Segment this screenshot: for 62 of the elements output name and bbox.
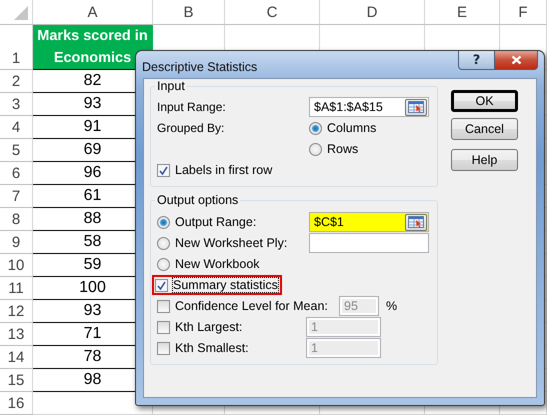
radio-button[interactable] xyxy=(309,122,322,134)
option-label: Labels in first row xyxy=(175,163,272,177)
group-title: Input xyxy=(155,79,187,93)
input-field[interactable]: $A$1:$A$15 xyxy=(309,97,429,117)
field-label: Input Range: xyxy=(157,100,227,114)
dialog-button[interactable]: Help xyxy=(451,149,518,171)
column-header[interactable]: B xyxy=(153,0,225,25)
help-button[interactable]: ? xyxy=(458,51,495,70)
select-all-button[interactable] xyxy=(0,0,33,25)
option-label: Confidence Level for Mean: xyxy=(175,299,328,313)
radio-button[interactable] xyxy=(157,216,170,228)
column-header[interactable]: C xyxy=(225,0,320,25)
row-header[interactable]: 6 xyxy=(0,162,33,185)
row-header[interactable]: 14 xyxy=(0,346,33,369)
row-header[interactable]: 4 xyxy=(0,116,33,139)
grid-arrow-icon xyxy=(408,101,424,113)
dialog-button[interactable]: OK xyxy=(451,90,518,112)
column-header[interactable]: E xyxy=(425,0,500,25)
group-title: Output options xyxy=(155,193,240,207)
row-header[interactable]: 8 xyxy=(0,208,33,231)
triangle-icon xyxy=(14,6,28,20)
row-header[interactable]: 13 xyxy=(0,323,33,346)
row-header[interactable]: 11 xyxy=(0,277,33,300)
grid-arrow-icon xyxy=(408,216,424,228)
column-header[interactable]: A xyxy=(33,0,153,25)
option-label: Kth Largest: xyxy=(175,320,242,334)
input-field[interactable]: $C$1 xyxy=(309,212,429,232)
row-header[interactable]: 16 xyxy=(0,392,33,415)
row-header[interactable]: 1 xyxy=(0,25,33,70)
radio-button[interactable] xyxy=(157,258,170,270)
checkbox[interactable] xyxy=(157,300,170,312)
close-button[interactable] xyxy=(495,51,538,70)
row-header[interactable]: 5 xyxy=(0,139,33,162)
checkbox[interactable] xyxy=(157,164,170,176)
option-label: Columns xyxy=(327,121,376,135)
checkbox[interactable] xyxy=(157,342,170,354)
range-select-button[interactable] xyxy=(405,98,427,116)
checkbox[interactable] xyxy=(157,320,170,334)
radio-button[interactable] xyxy=(157,236,170,250)
range-select-button[interactable] xyxy=(405,214,427,230)
row-header[interactable]: 10 xyxy=(0,254,33,277)
row-header[interactable]: 7 xyxy=(0,185,33,208)
column-header[interactable]: F xyxy=(500,0,547,25)
input-field[interactable] xyxy=(309,233,429,253)
option-label: Rows xyxy=(327,142,358,156)
checkbox[interactable] xyxy=(155,278,168,292)
option-label: New Workbook xyxy=(175,257,260,271)
row-header[interactable]: 12 xyxy=(0,300,33,323)
column-header[interactable]: D xyxy=(320,0,425,25)
close-icon xyxy=(510,55,522,65)
option-label: Kth Smallest: xyxy=(175,341,249,355)
row-header[interactable]: 9 xyxy=(0,231,33,254)
option-label: New Worksheet Ply: xyxy=(175,236,288,250)
option-label: Summary statistics xyxy=(173,278,278,292)
field-label: Grouped By: xyxy=(157,121,226,135)
row-header[interactable]: 3 xyxy=(0,93,33,116)
row-header[interactable]: 15 xyxy=(0,369,33,392)
option-label: Output Range: xyxy=(175,215,256,229)
unit-label: % xyxy=(386,299,398,313)
radio-button[interactable] xyxy=(309,142,322,156)
row-header[interactable]: 2 xyxy=(0,70,33,93)
dialog-button[interactable]: Cancel xyxy=(451,118,518,140)
